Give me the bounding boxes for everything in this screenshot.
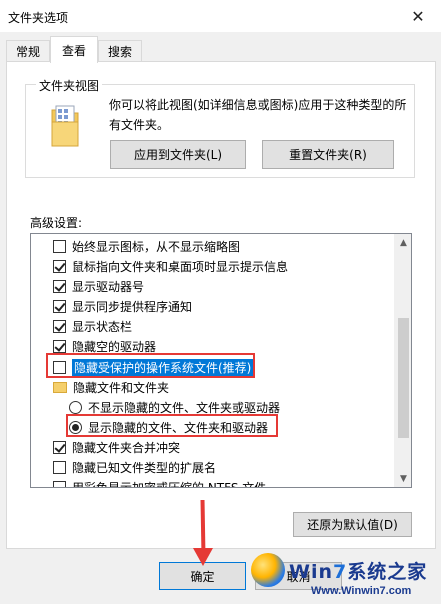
tab-search[interactable]: 搜索 [98,40,142,62]
tree-item-show-drive-letters[interactable]: 显示驱动器号 [53,276,144,296]
tree-item-hide-extensions[interactable]: 隐藏已知文件类型的扩展名 [53,457,216,477]
checkbox[interactable] [53,259,66,273]
scroll-down-icon[interactable]: ▼ [395,470,411,487]
folder-icon [53,381,67,393]
watermark-url: Www.Winwin7.com [311,585,412,597]
watermark-brand: Win7系统之家 [289,561,428,583]
folder-views-description: 你可以将此视图(如详细信息或图标)应用于这种类型的所有文件夹。 [109,98,407,132]
checkbox[interactable] [53,339,66,353]
tree-item-always-show-icons[interactable]: 始终显示图标，从不显示缩略图 [53,236,240,256]
tree-item-show-tooltips[interactable]: 鼠标指向文件夹和桌面项时显示提示信息 [53,256,288,276]
folder-views-title: 文件夹视图 [36,77,103,94]
apply-to-folders-button[interactable]: 应用到文件夹(L) [110,140,246,169]
tree-item-color-ntfs[interactable]: 用彩色显示加密或压缩的 NTFS 文件 [53,477,266,487]
tree-item-show-status-bar[interactable]: 显示状态栏 [53,316,132,336]
tree-scrollbar[interactable]: ▲ ▼ [394,234,411,487]
ok-button[interactable]: 确定 [159,562,246,590]
restore-defaults-button[interactable]: 还原为默认值(D) [293,512,412,537]
tab-general[interactable]: 常规 [6,40,50,62]
checkbox[interactable] [53,239,66,253]
tab-view[interactable]: 查看 [50,36,98,63]
close-button[interactable]: ✕ [395,0,441,32]
scroll-up-icon[interactable]: ▲ [395,234,411,251]
highlight-show-hidden [66,414,278,437]
annotation-arrow-head [193,548,213,566]
checkbox[interactable] [53,319,66,333]
scroll-thumb[interactable] [398,318,409,438]
window-title: 文件夹选项 [8,11,69,25]
advanced-settings-label: 高级设置: [30,216,83,230]
checkbox[interactable] [53,440,66,454]
tree-item-hidden-files-folder: 隐藏文件和文件夹 [53,377,169,397]
checkbox[interactable] [53,279,66,293]
tab-strip: 常规 查看 搜索 [0,32,441,63]
folder-view-icon [50,104,80,148]
reset-folders-button[interactable]: 重置文件夹(R) [262,140,394,169]
checkbox[interactable] [53,480,66,487]
title-bar: 文件夹选项 ✕ [0,0,441,32]
tree-item-hide-merge-conflicts[interactable]: 隐藏文件夹合并冲突 [53,437,180,457]
site-watermark: Win7系统之家 Www.Winwin7.com [251,549,441,604]
highlight-hide-protected [46,353,255,378]
checkbox[interactable] [53,299,66,313]
tree-item-sync-notifications[interactable]: 显示同步提供程序通知 [53,296,192,316]
close-icon: ✕ [411,6,425,26]
radio[interactable] [69,400,82,414]
checkbox[interactable] [53,460,66,474]
windows-logo [251,553,285,587]
